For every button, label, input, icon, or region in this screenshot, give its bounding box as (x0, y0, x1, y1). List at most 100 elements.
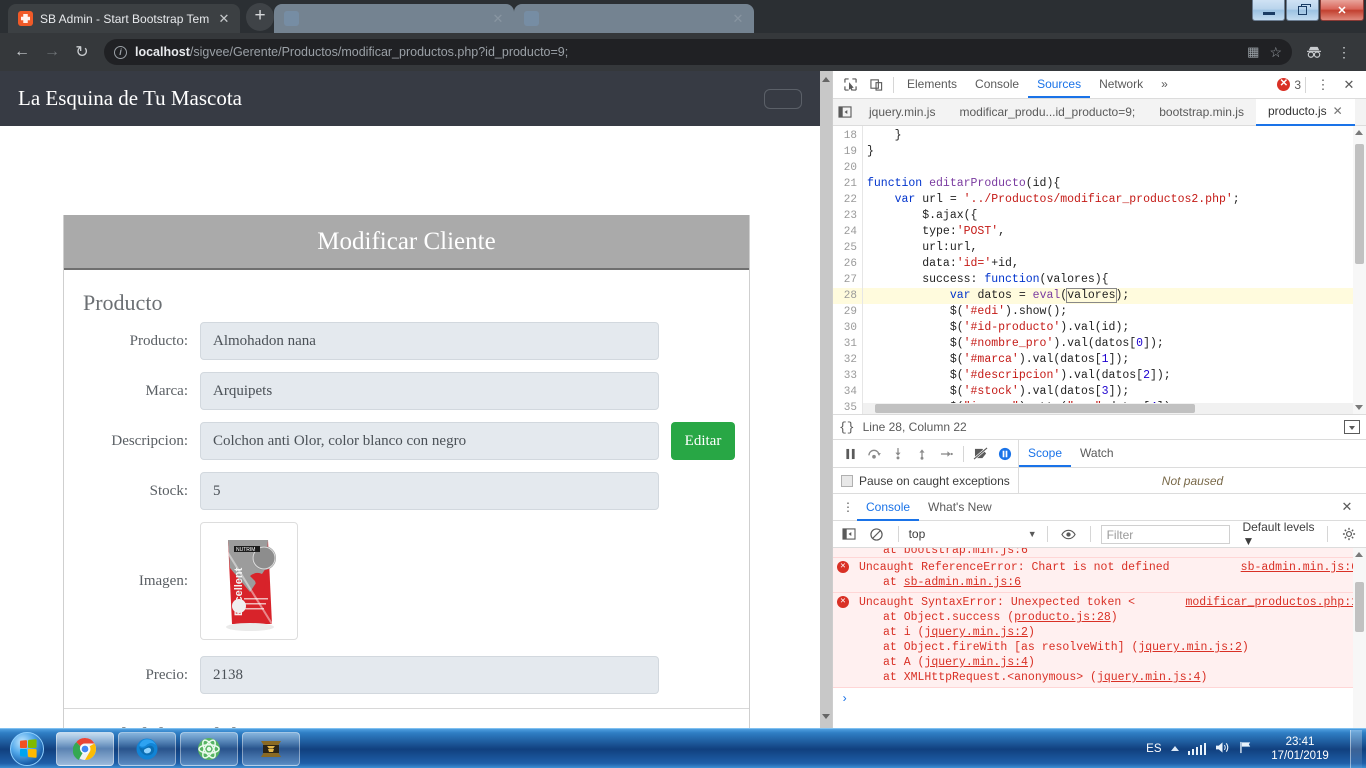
drawer-tab-whats-new[interactable]: What's New (919, 494, 1001, 521)
devtools-more-options-icon[interactable]: ⋮ (1310, 72, 1336, 98)
source-options-icon[interactable] (1344, 420, 1360, 434)
reload-icon[interactable]: ↻ (68, 38, 96, 66)
tab-close-icon[interactable]: ✕ (216, 11, 232, 27)
network-signal-icon[interactable] (1187, 742, 1206, 755)
step-out-icon[interactable] (911, 441, 933, 467)
start-button[interactable] (2, 730, 52, 768)
stock-input[interactable]: 5 (200, 472, 659, 510)
debugger-tab-watch[interactable]: Watch (1071, 440, 1123, 467)
taskbar-clock[interactable]: 23:41 17/01/2019 (1263, 735, 1337, 763)
producto-imagen-thumbnail[interactable]: NUTRIM Excellent (200, 522, 298, 640)
devtools-tab-elements[interactable]: Elements (898, 71, 966, 98)
tab-close-icon[interactable]: ✕ (490, 11, 506, 27)
resume-script-icon[interactable] (839, 441, 861, 467)
console-error-entry-2[interactable]: ✕ modificar_productos.php:1 Uncaught Syn… (833, 593, 1366, 688)
pause-on-caught-exceptions-checkbox[interactable] (841, 474, 853, 487)
chrome-menu-icon[interactable]: ⋮ (1330, 38, 1358, 66)
marca-input[interactable]: Arquipets (200, 372, 659, 410)
close-window-button[interactable]: ✕ (1320, 0, 1364, 21)
drawer-close-icon[interactable]: ✕ (1334, 494, 1360, 520)
drawer-more-options-icon[interactable]: ⋮ (839, 501, 857, 513)
pause-on-exceptions-icon[interactable] (994, 441, 1016, 467)
show-hidden-icons-caret-icon[interactable] (1170, 746, 1179, 751)
clear-console-icon[interactable] (866, 521, 888, 547)
debugger-tab-scope[interactable]: Scope (1019, 440, 1072, 467)
producto-input[interactable]: Almohadon nana (200, 322, 659, 360)
step-into-icon[interactable] (887, 441, 909, 467)
show-desktop-button[interactable] (1350, 729, 1362, 768)
step-icon[interactable] (935, 441, 957, 467)
browser-tab-active[interactable]: SB Admin - Start Bootstrap Temp ✕ (8, 4, 240, 33)
console-log-area[interactable]: at bootstrap.min.js:6 ✕ sb-admin.min.js:… (833, 548, 1366, 728)
devtools-close-icon[interactable]: ✕ (1336, 72, 1362, 98)
console-error-source-link[interactable]: sb-admin.min.js:6 (1241, 560, 1358, 575)
page-scrollbar[interactable] (820, 71, 832, 728)
console-levels-select[interactable]: Default levels ▼ (1242, 520, 1317, 548)
taskbar-button-firefox[interactable] (118, 731, 176, 766)
console-scroll-thumb[interactable] (1355, 582, 1364, 632)
pretty-print-braces-icon[interactable]: {} (839, 420, 855, 435)
forward-icon[interactable]: → (38, 38, 66, 66)
show-navigator-icon[interactable] (833, 99, 857, 126)
console-error-source-link[interactable]: modificar_productos.php:1 (1185, 595, 1358, 610)
precio-input[interactable]: 2138 (200, 656, 659, 694)
step-over-icon[interactable] (863, 441, 885, 467)
translate-icon[interactable]: ▦ (1247, 44, 1259, 60)
site-info-icon[interactable]: i (114, 45, 127, 59)
incognito-avatar-icon[interactable] (1300, 38, 1328, 66)
address-bar[interactable]: i localhost/sigvee/Gerente/Productos/mod… (104, 39, 1292, 65)
scroll-down-arrow-icon[interactable] (822, 714, 830, 722)
console-filter-input[interactable]: Filter (1100, 524, 1231, 544)
tab-close-icon[interactable]: ✕ (730, 11, 746, 27)
code-scroll-up-icon[interactable] (1355, 130, 1363, 135)
language-indicator[interactable]: ES (1146, 743, 1161, 755)
code-scroll-down-icon[interactable] (1355, 405, 1363, 410)
minimize-button[interactable] (1252, 0, 1285, 21)
descripcion-input[interactable]: Colchon anti Olor, color blanco con negr… (200, 422, 659, 460)
devtools-more-tabs-icon[interactable]: » (1152, 71, 1177, 98)
devtools-tab-network[interactable]: Network (1090, 71, 1152, 98)
file-tab-bootstrap[interactable]: bootstrap.min.js (1147, 99, 1256, 126)
devtools-tab-console[interactable]: Console (966, 71, 1028, 98)
drawer-tab-console[interactable]: Console (857, 494, 920, 521)
code-hscroll-thumb[interactable] (875, 404, 1195, 413)
live-expression-eye-icon[interactable] (1058, 521, 1080, 547)
navbar-toggle-button[interactable] (764, 88, 802, 109)
new-tab-button[interactable]: + (246, 3, 274, 31)
console-scrollbar[interactable] (1353, 548, 1366, 728)
file-tab-producto-js[interactable]: producto.js ✕ (1255, 98, 1355, 126)
source-code-editor[interactable]: 18 19 20 21 22 23 24 25 26 27 28 29 30 3… (833, 126, 1366, 414)
file-tab-jquery[interactable]: jquery.min.js (857, 99, 947, 126)
console-scroll-up-icon[interactable] (1355, 552, 1363, 557)
code-scroll-thumb[interactable] (1355, 144, 1364, 264)
inspect-cursor-icon[interactable] (837, 72, 863, 98)
code-vertical-scrollbar[interactable] (1353, 126, 1366, 414)
taskbar-button-atom[interactable] (180, 731, 238, 766)
scroll-up-arrow-icon[interactable] (822, 74, 830, 82)
browser-tab-background-1[interactable]: ✕ (274, 4, 514, 33)
code-lines[interactable]: } } function editarProducto(id){ var url… (863, 126, 1366, 414)
action-center-flag-icon[interactable] (1239, 741, 1254, 757)
app-brand: La Esquina de Tu Mascota (18, 86, 242, 110)
bookmark-star-icon[interactable]: ☆ (1269, 44, 1282, 61)
taskbar-button-chrome[interactable] (56, 731, 114, 766)
file-tab-close-icon[interactable]: ✕ (1333, 98, 1343, 125)
restore-button[interactable] (1286, 0, 1319, 21)
console-settings-gear-icon[interactable] (1338, 521, 1360, 547)
error-count-badge[interactable]: ✕ 3 (1277, 78, 1301, 92)
console-error-entry-1[interactable]: ✕ sb-admin.min.js:6 Uncaught ReferenceEr… (833, 558, 1366, 593)
console-sidebar-icon[interactable] (839, 521, 860, 548)
code-horizontal-scrollbar[interactable] (863, 403, 1353, 414)
volume-icon[interactable] (1215, 741, 1230, 757)
console-prompt[interactable]: › (833, 688, 1366, 706)
editar-descripcion-button[interactable]: Editar (671, 422, 735, 460)
device-toolbar-icon[interactable] (863, 72, 889, 98)
browser-tab-background-2[interactable]: ✕ (514, 4, 754, 33)
file-tab-modificar-productos[interactable]: modificar_produ...id_producto=9; (947, 99, 1147, 126)
taskbar-button-game[interactable] (242, 731, 300, 766)
pause-on-caught-exceptions-control[interactable]: Pause on caught exceptions (833, 468, 1019, 493)
deactivate-breakpoints-icon[interactable] (970, 441, 992, 467)
console-context-select[interactable]: top ▼ (909, 527, 1037, 541)
devtools-tab-sources[interactable]: Sources (1028, 71, 1091, 98)
back-icon[interactable]: ← (8, 38, 36, 66)
